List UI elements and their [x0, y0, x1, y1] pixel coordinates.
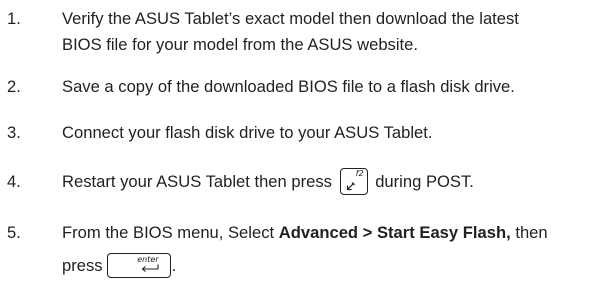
step-text: Save a copy of the downloaded BIOS file …: [62, 77, 515, 96]
step-text-press: press: [62, 256, 103, 275]
step-text-after: then: [515, 223, 548, 242]
step-number: 1.: [7, 9, 21, 28]
return-arrow-icon: [141, 264, 159, 273]
step-text-line: Verify the ASUS Tablet’s exact model the…: [62, 9, 519, 28]
step-text-line: BIOS file for your model from the ASUS w…: [62, 35, 418, 54]
step-number: 2.: [7, 77, 21, 96]
step-number: 4.: [7, 172, 21, 191]
step-text-line: From the BIOS menu, Select Advanced > St…: [62, 222, 582, 244]
enter-key: enter: [106, 253, 171, 279]
step-text-before: Restart your ASUS Tablet then press: [62, 172, 332, 191]
step-text-line: press enter.: [62, 253, 582, 279]
step-text: From the BIOS menu, Select Advanced > St…: [62, 222, 582, 279]
f2-key: f2: [339, 168, 368, 196]
step-text-after: during POST.: [375, 172, 474, 191]
step-text: Restart your ASUS Tablet then press f2 d…: [62, 168, 582, 196]
bios-update-steps: 1. Verify the ASUS Tablet’s exact model …: [0, 0, 600, 286]
f2-key-label: f2: [355, 169, 364, 179]
step-number: 3.: [7, 123, 21, 142]
step-text-end: .: [171, 256, 177, 275]
enter-key-label: enter: [137, 255, 159, 265]
step-text: Connect your flash disk drive to your AS…: [62, 123, 433, 142]
menu-path: Advanced > Start Easy Flash,: [278, 223, 511, 242]
step-number: 5.: [7, 223, 21, 242]
step-text: Verify the ASUS Tablet’s exact model the…: [62, 8, 582, 56]
arrow-key-icon: [346, 182, 355, 191]
step-text-before: From the BIOS menu, Select: [62, 223, 275, 242]
